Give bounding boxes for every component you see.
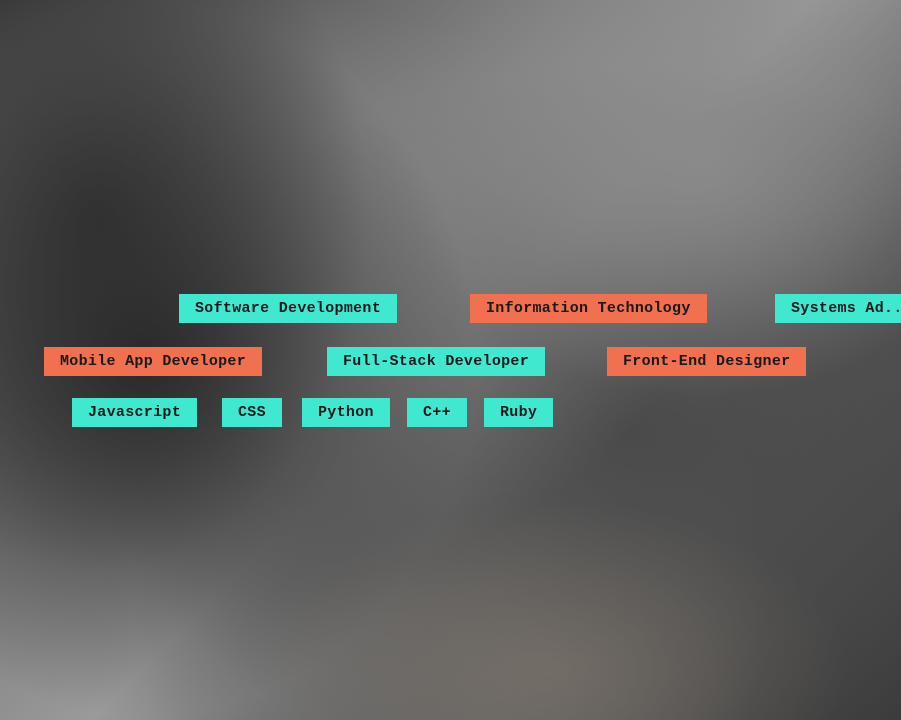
- tag-ruby[interactable]: Ruby: [484, 398, 553, 427]
- tag-software-development[interactable]: Software Development: [179, 294, 397, 323]
- tag-fullstack-developer[interactable]: Full-Stack Developer: [327, 347, 545, 376]
- tag-cpp[interactable]: C++: [407, 398, 467, 427]
- tag-mobile-app-developer[interactable]: Mobile App Developer: [44, 347, 262, 376]
- tag-frontend-designer[interactable]: Front-End Designer: [607, 347, 806, 376]
- tag-systems-admin[interactable]: Systems Ad...: [775, 294, 901, 323]
- tags-container: Software Development Information Technol…: [0, 0, 901, 720]
- tag-javascript[interactable]: Javascript: [72, 398, 197, 427]
- tag-information-technology[interactable]: Information Technology: [470, 294, 707, 323]
- tag-css[interactable]: CSS: [222, 398, 282, 427]
- tag-python[interactable]: Python: [302, 398, 390, 427]
